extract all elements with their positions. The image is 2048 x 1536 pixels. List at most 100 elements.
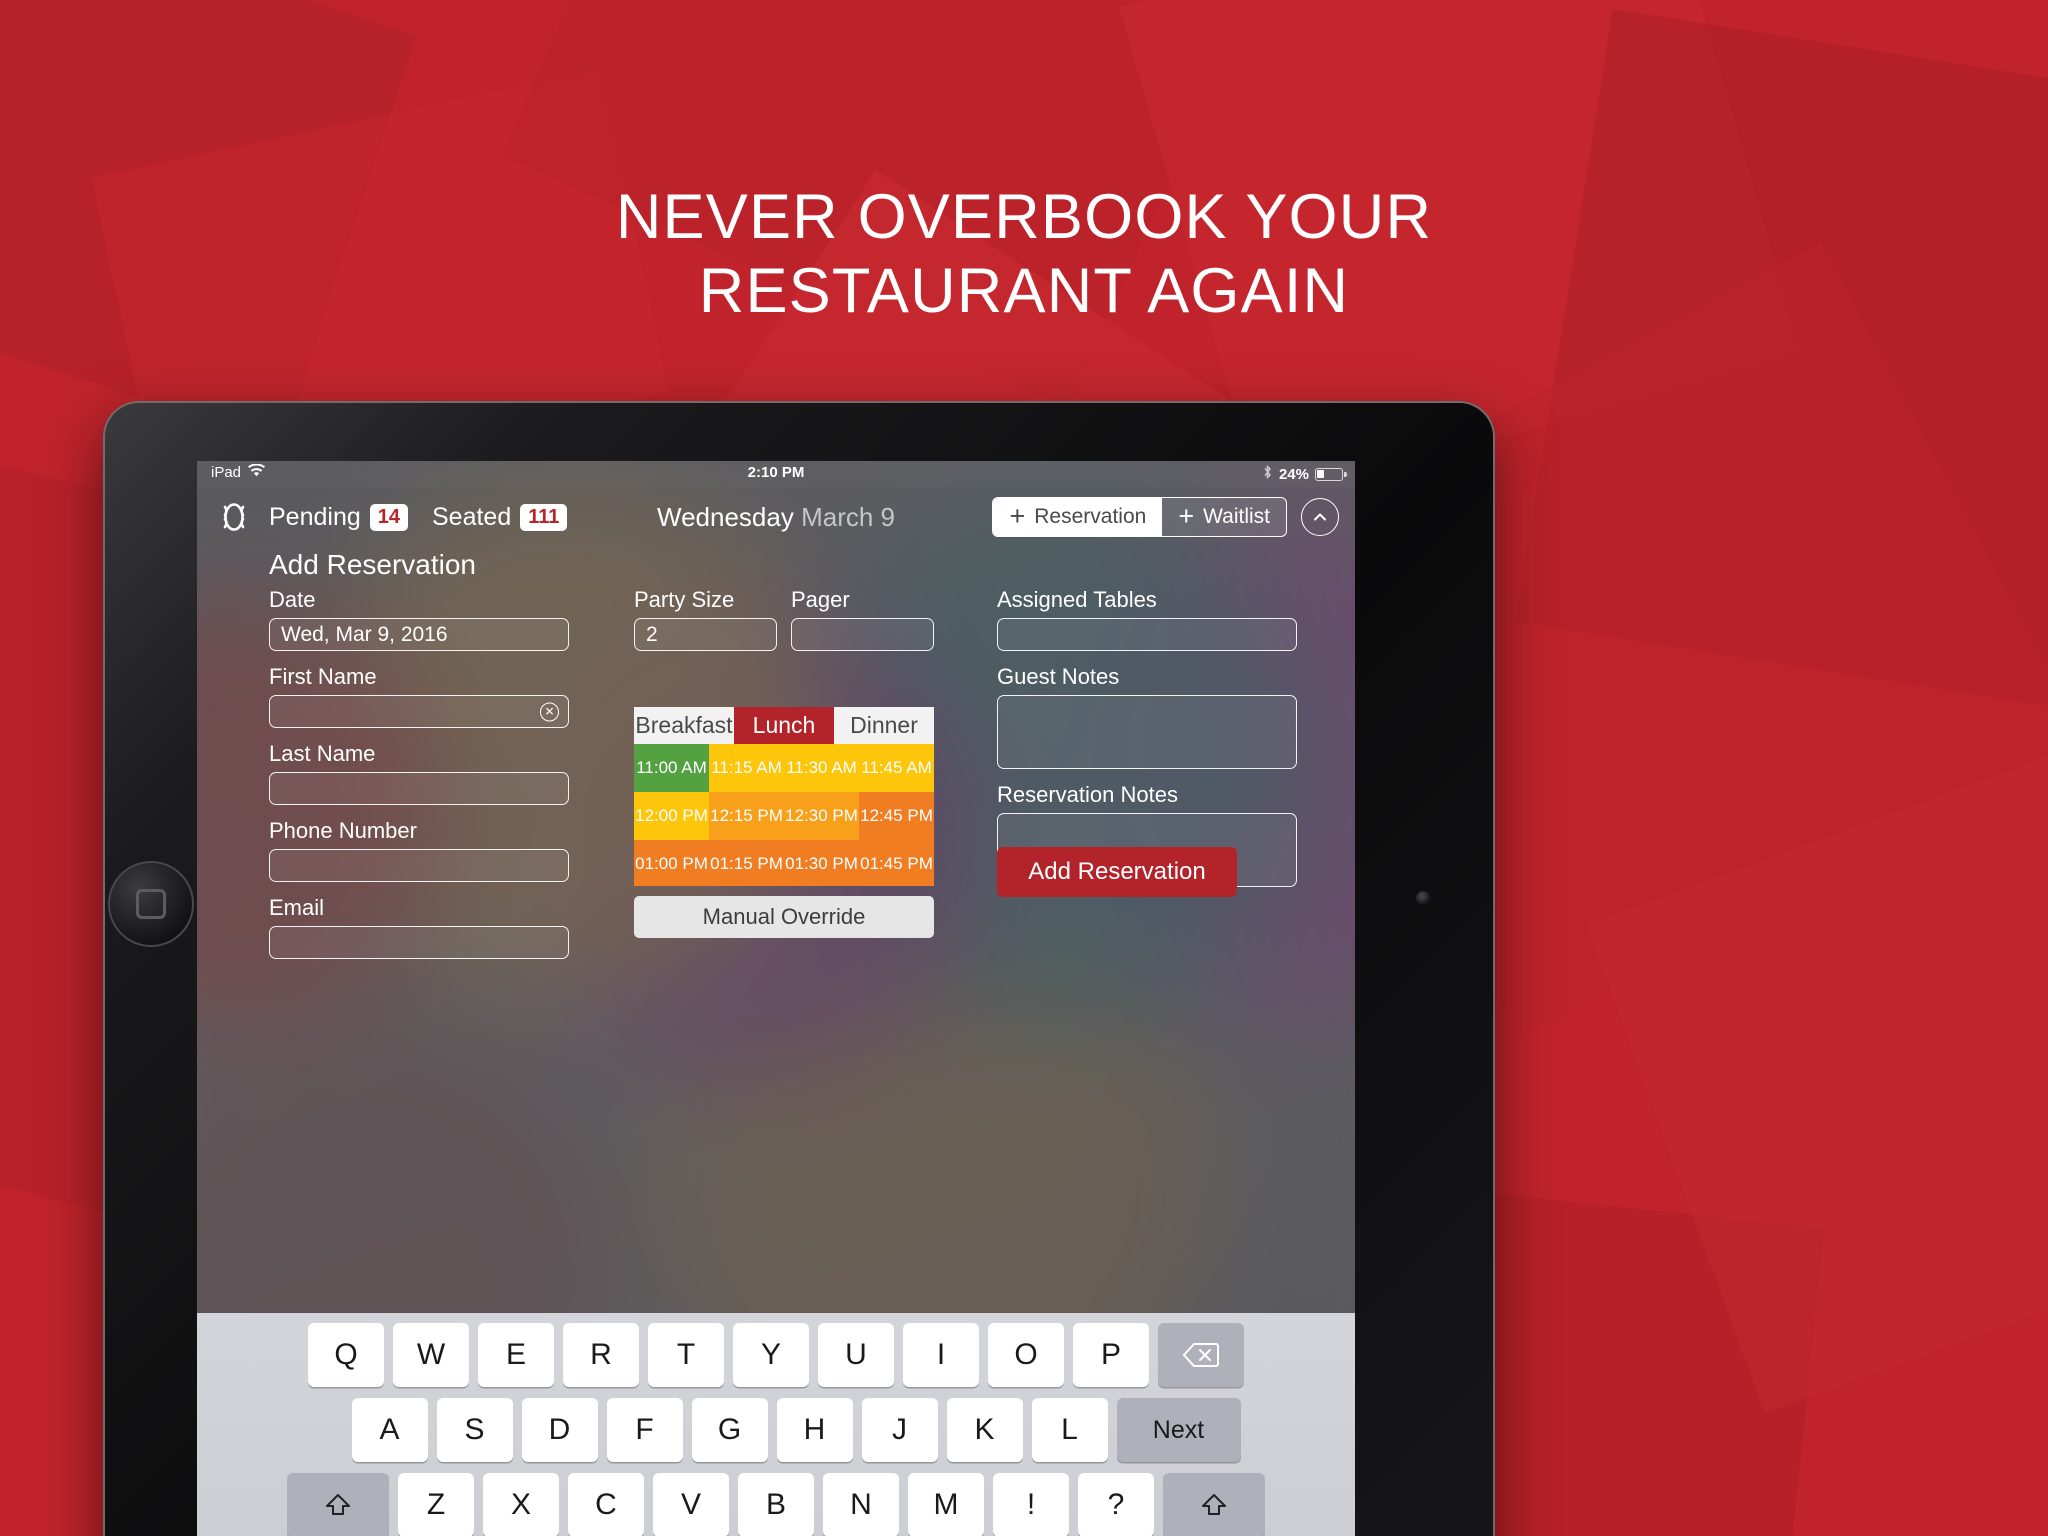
party-pager-row: Party Size 2 Pager <box>634 587 934 651</box>
key-h[interactable]: H <box>776 1398 853 1462</box>
key-a[interactable]: A <box>351 1398 428 1462</box>
key-![interactable]: ! <box>993 1473 1069 1536</box>
key-s[interactable]: S <box>436 1398 513 1462</box>
backspace-icon[interactable] <box>1158 1323 1244 1387</box>
status-bar-time: 2:10 PM <box>747 464 805 481</box>
meal-tab-lunch[interactable]: Lunch <box>734 707 834 744</box>
add-reservation-tab[interactable]: + Reservation <box>993 498 1163 536</box>
key-n[interactable]: N <box>823 1473 899 1536</box>
key-c[interactable]: C <box>568 1473 644 1536</box>
key-w[interactable]: W <box>393 1323 469 1387</box>
assigned-tables-field-group: Assigned Tables <box>997 587 1297 651</box>
key-b[interactable]: B <box>738 1473 814 1536</box>
date-month-day: March 9 <box>801 501 895 532</box>
key-q[interactable]: Q <box>308 1323 384 1387</box>
clear-icon[interactable]: ✕ <box>540 702 559 721</box>
key-k[interactable]: K <box>946 1398 1023 1462</box>
add-reservation-tab-label: Reservation <box>1034 505 1147 528</box>
promo-stage: NEVER OVERBOOK YOUR RESTAURANT AGAIN iPa… <box>0 0 2048 1536</box>
app-screen: iPad 2:10 PM 24% Wednesday March 9 Pendi… <box>197 461 1355 1536</box>
battery-icon <box>1315 467 1347 481</box>
key-i[interactable]: I <box>903 1323 979 1387</box>
date-day-of-week: Wednesday <box>657 501 794 532</box>
time-slot-picker: Breakfast Lunch Dinner 11:00 AM 11:15 AM 11:… <box>634 707 934 938</box>
time-slot[interactable]: 01:00 PM <box>634 840 709 886</box>
date-field-group: Date Wed, Mar 9, 2016 <box>269 587 569 651</box>
pending-label: Pending <box>269 502 361 531</box>
key-l[interactable]: L <box>1031 1398 1108 1462</box>
email-field-group: Email <box>269 895 569 959</box>
meal-tab-breakfast[interactable]: Breakfast <box>634 707 734 744</box>
bluetooth-icon <box>1262 464 1273 484</box>
reservation-notes-label: Reservation Notes <box>997 782 1178 807</box>
key-y[interactable]: Y <box>733 1323 809 1387</box>
shift-icon[interactable] <box>287 1473 389 1536</box>
first-name-field-group: First Name ✕ <box>269 664 569 728</box>
form-column-middle: Party Size 2 Pager <box>634 587 934 651</box>
key-?[interactable]: ? <box>1078 1473 1154 1536</box>
headline-line-1: NEVER OVERBOOK YOUR <box>615 182 1433 252</box>
key-o[interactable]: O <box>988 1323 1064 1387</box>
phone-input[interactable] <box>269 849 569 882</box>
keyboard-row-3: Z X C V B N M!? <box>203 1473 1349 1536</box>
date-input[interactable]: Wed, Mar 9, 2016 <box>269 618 569 651</box>
first-name-input[interactable]: ✕ <box>269 695 569 728</box>
seated-counter[interactable]: Seated 111 <box>432 503 568 532</box>
time-slot[interactable]: 01:30 PM <box>784 840 859 886</box>
add-mode-segmented-control: + Reservation + Waitlist <box>992 497 1287 537</box>
party-size-input-value: 2 <box>646 622 658 646</box>
assigned-tables-input[interactable] <box>997 618 1297 651</box>
time-slot[interactable]: 12:15 PM <box>709 792 784 840</box>
key-g[interactable]: G <box>691 1398 768 1462</box>
time-slot[interactable]: 11:15 AM <box>709 744 784 792</box>
time-slot[interactable]: 12:00 PM <box>634 792 709 840</box>
time-slot[interactable]: 11:30 AM <box>784 744 859 792</box>
pager-label: Pager <box>791 587 850 612</box>
pager-input[interactable] <box>791 618 934 651</box>
key-p[interactable]: P <box>1073 1323 1149 1387</box>
time-slot[interactable]: 12:30 PM <box>784 792 859 840</box>
key-j[interactable]: J <box>861 1398 938 1462</box>
time-slot[interactable]: 11:45 AM <box>859 744 934 792</box>
party-size-input[interactable]: 2 <box>634 618 777 651</box>
time-slot[interactable]: 01:45 PM <box>859 840 934 886</box>
manual-override-button[interactable]: Manual Override <box>634 896 934 938</box>
email-input[interactable] <box>269 926 569 959</box>
guest-notes-field-group: Guest Notes <box>997 664 1297 769</box>
home-button[interactable] <box>108 861 194 947</box>
promo-headline: NEVER OVERBOOK YOUR RESTAURANT AGAIN <box>0 180 2048 329</box>
add-reservation-form: Add Reservation Date Wed, Mar 9, 2016 Fi… <box>197 547 1355 959</box>
key-e[interactable]: E <box>478 1323 554 1387</box>
meal-tab-dinner[interactable]: Dinner <box>834 707 934 744</box>
key-u[interactable]: U <box>818 1323 894 1387</box>
chevron-up-circle-icon[interactable] <box>1301 498 1339 536</box>
key-x[interactable]: X <box>483 1473 559 1536</box>
time-slot-grid: 11:00 AM 11:15 AM 11:30 AM 11:45 AM 12:00 PM… <box>634 744 934 886</box>
add-reservation-button[interactable]: Add Reservation <box>997 847 1237 897</box>
last-name-input[interactable] <box>269 772 569 805</box>
key-m[interactable]: M <box>908 1473 984 1536</box>
time-slot[interactable]: 11:00 AM <box>634 744 709 792</box>
phone-label: Phone Number <box>269 818 417 843</box>
key-v[interactable]: V <box>653 1473 729 1536</box>
pending-counter[interactable]: Pending 14 <box>269 503 408 532</box>
guest-notes-input[interactable] <box>997 695 1297 769</box>
first-name-label: First Name <box>269 664 377 689</box>
pager-field-group: Pager <box>791 587 934 651</box>
key-z[interactable]: Z <box>398 1473 474 1536</box>
time-slot[interactable]: 01:15 PM <box>709 840 784 886</box>
key-f[interactable]: F <box>606 1398 683 1462</box>
app-logo-icon[interactable] <box>213 496 255 538</box>
key-t[interactable]: T <box>648 1323 724 1387</box>
time-slot[interactable]: 12:45 PM <box>859 792 934 840</box>
key-next[interactable]: Next <box>1116 1398 1241 1462</box>
key-d[interactable]: D <box>521 1398 598 1462</box>
date-input-value: Wed, Mar 9, 2016 <box>281 622 448 646</box>
shift-icon[interactable] <box>1163 1473 1265 1536</box>
app-header: Wednesday March 9 Pending 14 Seated 111 … <box>197 487 1355 547</box>
meal-period-tabs: Breakfast Lunch Dinner <box>634 707 934 744</box>
party-size-label: Party Size <box>634 587 735 612</box>
add-waitlist-tab[interactable]: + Waitlist <box>1162 498 1286 536</box>
key-r[interactable]: R <box>563 1323 639 1387</box>
form-column-left: Date Wed, Mar 9, 2016 First Name ✕ Last … <box>269 587 569 972</box>
